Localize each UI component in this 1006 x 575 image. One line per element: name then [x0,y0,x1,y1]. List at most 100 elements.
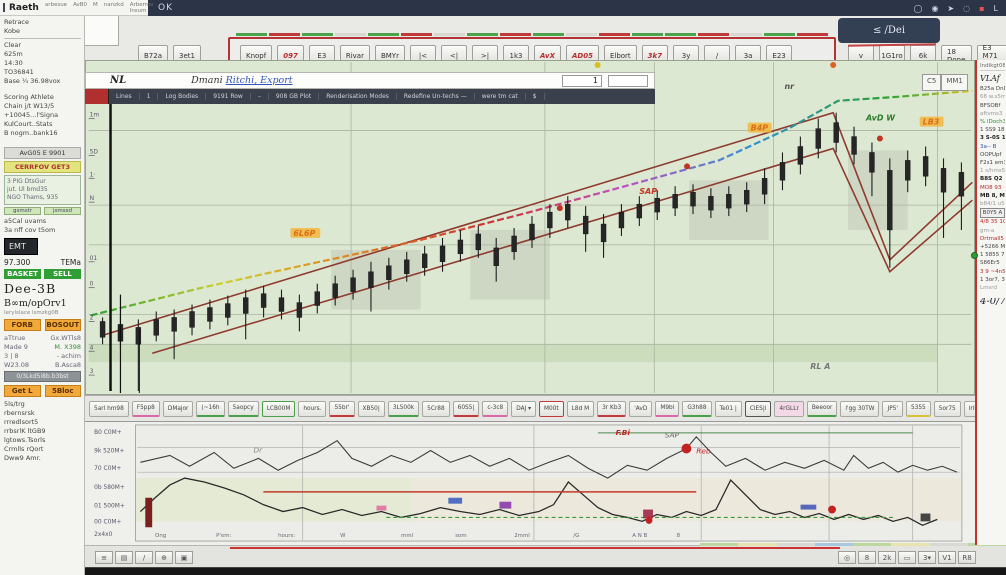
indicator-row-19[interactable]: gm-a [980,227,1005,235]
indicator-row-0[interactable]: Indikgt08 [980,62,1005,72]
strip-button-11[interactable]: 60S5| [452,400,480,417]
menu-item-4[interactable]: Arberrov Insum [130,2,154,14]
order-button-a[interactable]: FORB [4,319,41,331]
strip-button-1[interactable]: F5pp8 [131,400,160,417]
indicator-row-14[interactable]: MO8 93 [980,184,1005,192]
sidebar-item[interactable]: TO36841 [4,68,81,77]
strip-button-24[interactable]: l'gg 30TW [840,400,880,417]
strip-button-25[interactable]: JP5' [882,400,903,417]
indicator-row-2[interactable]: B25a DnD A [980,85,1005,93]
sidebar-alert-chip[interactable]: CERRFOV GET3 [4,161,81,173]
cursor-icon[interactable]: ➤ [947,4,954,13]
refresh-button[interactable]: R8 [958,551,976,564]
indicator-row-9[interactable]: 3a-- B [980,143,1005,151]
indicator-row-1[interactable]: VLAf [980,73,1005,85]
strip-button-22[interactable]: 4rGLLr [774,400,804,417]
strip-button-2[interactable]: DMajor [162,400,194,417]
strip-button-17[interactable]: 'AvD [629,400,653,417]
indicator-row-12[interactable]: 1 s/hms5 [980,167,1005,175]
strip-button-7[interactable]: 55br' [329,400,355,417]
indicator-row-25[interactable]: 1 3or7, 38 [980,276,1005,284]
zoom-icon[interactable]: ⊕ [155,551,173,564]
target-icon[interactable]: ◉ [931,4,938,13]
circle-icon[interactable]: ◯ [913,4,922,13]
strip-button-28[interactable]: lrlb5oe5oer [963,400,975,417]
sidebar-item[interactable]: Scoring Athlete [4,93,81,102]
order-button-a[interactable]: Get L [4,385,41,397]
letter-l-icon[interactable]: L [994,4,998,13]
sidebar-item[interactable]: Retrace [4,18,81,27]
indicator-row-24[interactable]: 3 9 ~4n5 [980,268,1005,276]
sidebar-item[interactable]: 5ls/trg [4,400,81,409]
sidebar-item[interactable]: Clear [4,41,81,50]
sidebar-item[interactable]: a5Cal uvams [4,217,81,226]
sidebar-item[interactable]: 14:30 [4,59,81,68]
sidebar-item[interactable]: Kobe [4,27,81,36]
settings-item-4[interactable]: – [251,93,269,100]
strip-button-8[interactable]: XB50| [357,400,385,417]
strip-button-14[interactable]: M00t [539,400,564,417]
strip-button-18[interactable]: M9bl [655,400,680,417]
strip-button-21[interactable]: ClES|i [744,400,772,417]
sidebar-item[interactable]: rbernsrsk [4,409,81,418]
settings-item-1[interactable]: 1 [140,93,159,100]
sidebar-item[interactable]: lgtows.Tsorls [4,436,81,445]
ema-badge[interactable]: EMT [4,238,38,255]
strip-button-15[interactable]: L8d M [566,400,595,417]
strip-button-12[interactable]: c-3c8 [482,400,509,417]
indicator-row-23[interactable]: S86Er5 [980,259,1005,267]
draw-icon[interactable]: / [135,551,153,564]
target-button-icon[interactable]: ◎ [838,551,856,564]
dei-button[interactable]: ≤ /Dei [838,18,940,43]
settings-item-2[interactable]: Log Bodies [158,93,207,100]
chart-input-2[interactable] [608,74,648,87]
indicator-row-6[interactable]: % lDoch3 [980,118,1005,126]
strip-button-16[interactable]: 3r Kb3 [597,400,627,417]
search-icon[interactable]: ◌ [963,4,970,13]
strip-button-9[interactable]: 3L500k [387,400,420,417]
strip-button-4[interactable]: 5aopcy [227,400,259,417]
strip-button-13[interactable]: DAJ ▾ [511,400,536,417]
oscillator-panel[interactable]: F.Bi SAP Reb Dr B0 C0M+ 9k 520M+ 70 C0M+ 0b 580… [85,421,975,545]
indicator-row-15[interactable]: MB 8, M5 [980,192,1005,200]
indicator-row-7[interactable]: 1 SS9 18 [980,126,1005,134]
indicator-row-27[interactable]: 4-0/7 [980,298,1005,306]
sidebar-item[interactable]: Chain j/t W13/5 [4,102,81,111]
menu-item-1[interactable]: AvB0 [73,2,87,14]
sell-button[interactable]: SELL [44,269,81,279]
corner-cell-2[interactable]: MM1 [941,74,968,91]
strip-button-20[interactable]: Te01 | [714,400,742,417]
strip-button-26[interactable]: 5355 [905,400,931,417]
indicator-row-16[interactable]: b84/1 u5 [980,200,1005,208]
count-badge[interactable]: 8 [858,551,876,564]
strip-button-6[interactable]: hours. [298,400,327,417]
settings-item-7[interactable]: Redefine Un-techs — [397,93,475,100]
view-button[interactable]: V1 [938,551,956,564]
indicator-row-22[interactable]: 1 5855 7 [980,251,1005,259]
sidebar-chip[interactable]: AvG05 E 9901 [4,147,81,159]
panel-icon[interactable]: ▭ [898,551,916,564]
scale-button[interactable]: 2k [878,551,896,564]
chart-input-1[interactable]: 1 [562,74,602,87]
red-app-icon[interactable]: ▪ [979,4,984,13]
strip-button-23[interactable]: Beeoor [806,400,838,417]
indicator-row-3[interactable]: 68 w.s5mw [980,93,1005,101]
indicator-row-17[interactable]: B0Y5 A [980,208,1005,219]
chip-b[interactable]: jsmssd [44,207,81,215]
indicator-row-8[interactable]: 3 S-0S 15 [980,134,1005,142]
menu-item-3[interactable]: nanzkd [104,2,124,14]
sidebar-item[interactable]: rrbsrlK ltGB9 [4,427,81,436]
dropdown-button[interactable]: 3▾ [918,551,936,564]
indicator-row-13[interactable]: B8S Q2 [980,175,1005,183]
indicator-row-21[interactable]: +5266 M55 [980,243,1005,251]
strip-button-19[interactable]: G3h88 [682,400,712,417]
strip-button-3[interactable]: (~16h [196,400,225,417]
sidebar-item[interactable]: 3a nff cov t5om [4,226,81,235]
strip-button-27[interactable]: 5or75 [933,400,961,417]
sidebar-item[interactable]: +10045...l'Signa [4,111,81,120]
sidebar-item[interactable]: rrredlsort5 [4,418,81,427]
chip-a[interactable]: gsmstr [4,207,41,215]
corner-cell-1[interactable]: C5 [922,74,942,91]
indicator-row-5[interactable]: aftvms3 [980,110,1005,118]
order-button-b[interactable]: BOSOUT [44,319,81,331]
